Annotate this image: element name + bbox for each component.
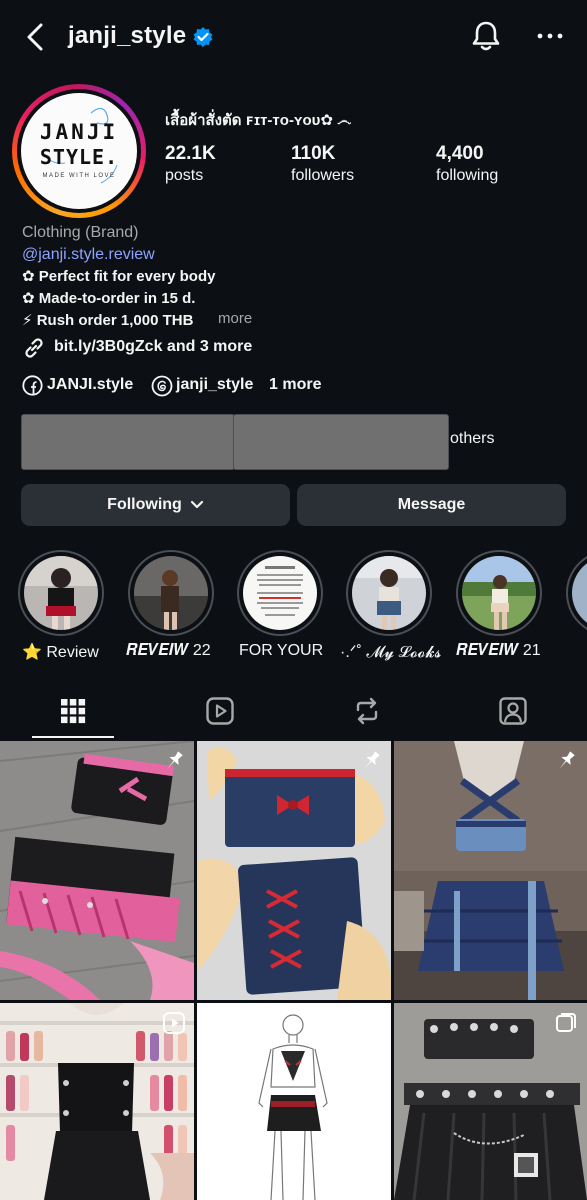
bio-more-link[interactable]: more xyxy=(218,310,252,327)
bell-icon[interactable] xyxy=(468,18,504,54)
facebook-icon[interactable] xyxy=(22,375,43,396)
profile-username: janji_style xyxy=(68,22,187,49)
avatar-logo-line3: MADE WITH LOVE xyxy=(42,173,116,179)
redacted-mutuals-box xyxy=(21,414,235,470)
reel-icon xyxy=(163,1012,185,1034)
stat-following-count: 4,400 xyxy=(436,143,484,164)
highlight-cover xyxy=(352,556,426,630)
reels-icon[interactable] xyxy=(205,696,235,726)
stat-followers[interactable]: 110K followers xyxy=(291,143,354,185)
active-tab-indicator xyxy=(32,736,114,738)
profile-category: Clothing (Brand) xyxy=(22,224,139,241)
facebook-link[interactable]: JANJI.style xyxy=(47,376,133,394)
post-tile[interactable] xyxy=(394,741,587,1000)
stat-posts-label: posts xyxy=(165,167,204,184)
back-arrow-icon[interactable] xyxy=(22,20,52,54)
bio-line: ✿ Perfect fit for every body xyxy=(22,268,216,285)
social-more-link[interactable]: 1 more xyxy=(269,376,321,394)
post-tile[interactable] xyxy=(0,741,194,1000)
pinned-icon xyxy=(167,751,183,769)
top-bar: janji_style xyxy=(0,0,587,72)
post-tile[interactable] xyxy=(197,741,391,1000)
stat-posts-count: 22.1K xyxy=(165,143,216,164)
external-link[interactable]: bit.ly/3B0gZck and 3 more xyxy=(22,336,322,360)
message-button-label: Message xyxy=(397,496,466,513)
highlight-cover xyxy=(24,556,98,630)
post-grid xyxy=(0,741,587,1200)
post-tile[interactable] xyxy=(394,1003,587,1200)
bio-line: ⚡ Rush order 1,000 THB xyxy=(22,312,194,329)
highlight-label: 𝑹𝑬𝑽𝑬𝑰𝑾 22 xyxy=(126,642,211,659)
message-button[interactable]: Message xyxy=(297,484,566,526)
avatar-logo-line1: JANJI xyxy=(39,120,119,144)
highlight-partial[interactable] xyxy=(566,550,587,650)
stat-following[interactable]: 4,400 following xyxy=(436,143,498,185)
mention-link[interactable]: @janji.style.review xyxy=(22,246,155,264)
mutuals-others-text[interactable]: others xyxy=(450,430,494,448)
tagged-icon[interactable] xyxy=(498,696,528,726)
threads-icon[interactable] xyxy=(151,375,173,397)
display-name: เสื้อผ้าสั่งตัด ꜰɪᴛ-ᴛᴏ-ʏᴏᴜ✿ ෴ xyxy=(165,112,352,129)
highlight-label: ·.ᐟ˚ 𝓜𝔂 𝓛𝓸𝓸𝓴𝓼 xyxy=(340,644,442,661)
external-link-text: bit.ly/3B0gZck and 3 more xyxy=(54,338,253,355)
verified-badge-icon xyxy=(193,27,213,47)
chevron-down-icon xyxy=(190,500,203,509)
highlight-label: 𝑹𝑬𝑽𝑬𝑰𝑾 21 xyxy=(456,642,541,659)
following-button[interactable]: Following xyxy=(21,484,290,526)
highlight-label: FOR YOUR xyxy=(239,642,324,659)
reposts-icon[interactable] xyxy=(352,696,382,726)
pinned-icon xyxy=(559,751,575,769)
post-tile[interactable] xyxy=(0,1003,194,1200)
highlight-cover xyxy=(243,556,317,630)
link-chain-icon xyxy=(25,338,43,358)
highlight-cover xyxy=(462,556,536,630)
grid-icon[interactable] xyxy=(58,696,88,726)
bio-line: ✿ Made-to-order in 15 d. xyxy=(22,290,196,307)
threads-link[interactable]: janji_style xyxy=(176,376,253,394)
stat-followers-count: 110K xyxy=(291,143,336,164)
redacted-mutuals-box xyxy=(233,414,449,470)
carousel-icon xyxy=(556,1013,576,1032)
following-button-label: Following xyxy=(107,496,182,513)
post-tile[interactable] xyxy=(197,1003,391,1200)
profile-tabs xyxy=(0,686,587,738)
more-dots-icon[interactable] xyxy=(534,24,566,48)
stat-following-label: following xyxy=(436,167,499,184)
avatar[interactable]: JANJI STYLE. MADE WITH LOVE xyxy=(21,93,137,209)
stat-followers-label: followers xyxy=(291,167,355,184)
highlight-label: ⭐ Review xyxy=(22,644,99,661)
stat-posts[interactable]: 22.1K posts xyxy=(165,143,216,185)
pinned-icon xyxy=(364,751,380,769)
social-links: JANJI.style janji_style 1 more xyxy=(22,374,362,398)
highlight-cover xyxy=(134,556,208,630)
avatar-logo-line2: STYLE. xyxy=(39,145,119,169)
story-ring[interactable]: JANJI STYLE. MADE WITH LOVE xyxy=(12,84,146,218)
